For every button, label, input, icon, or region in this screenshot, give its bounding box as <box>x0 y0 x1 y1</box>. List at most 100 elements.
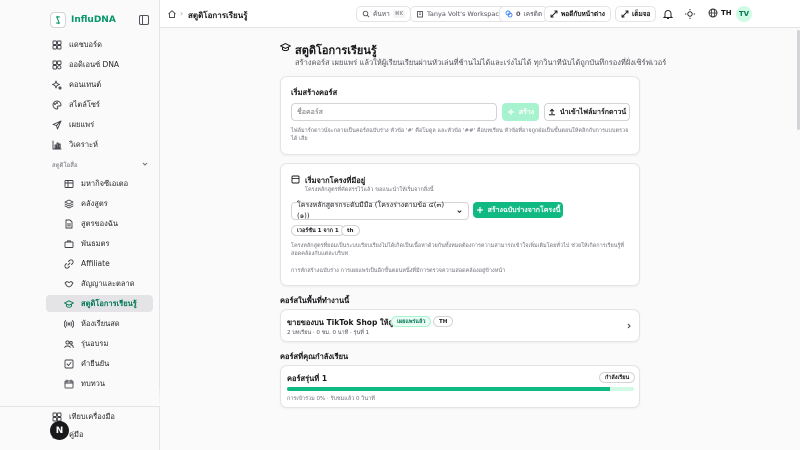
sidebar: InfluDNA แดชบอร์ดออดิเอนซ์ DNA คอนเทนต์สไ… <box>0 0 160 450</box>
divider <box>0 406 160 407</box>
sidebar-item-label: Affiliate <box>81 259 110 268</box>
fit-window-label: พอดีกับหน้าต่าง <box>561 10 605 18</box>
user-avatar-topbar[interactable]: TV <box>736 6 752 22</box>
search-shortcut: ⌘K <box>392 10 406 18</box>
cohort-title: คอร์สรุ่นที่ 1 <box>287 374 328 383</box>
sidebar-item-sidebar-sub_items-9[interactable]: คำยืนยัน <box>58 355 153 372</box>
sparkles-icon <box>52 80 62 90</box>
dna-icon <box>52 60 62 69</box>
sidebar-item-sidebar-sub_items-1[interactable]: คลังสูตร <box>58 195 153 212</box>
plus-icon <box>507 109 514 115</box>
search-label: ค้นหา <box>373 10 390 18</box>
sidebar-item-label: คำยืนยัน <box>81 358 110 368</box>
send-icon <box>52 120 62 129</box>
import-markdown-button[interactable]: นำเข้าไฟล์มาร์กดาวน์ <box>544 103 630 121</box>
sidebar-item-label: พันธมตร <box>81 238 110 248</box>
layers-icon <box>64 199 74 208</box>
learning-progress-fill <box>287 387 610 391</box>
search-icon <box>362 10 370 18</box>
globe-icon <box>708 8 718 18</box>
course-name-input[interactable]: ชื่อคอร์ส <box>291 103 497 121</box>
search-button[interactable]: ค้นหา ⌘K <box>356 6 412 22</box>
sidebar-item-label: คอนเทนต์ <box>69 79 102 89</box>
sidebar-item-sidebar-sub_items-5[interactable]: สัญญาและตลาด <box>58 275 153 292</box>
brand-logo-icon <box>50 12 66 28</box>
credits-label: เครดิต <box>523 10 543 18</box>
sidebar-item-label: รุ่นอบรม <box>81 338 109 348</box>
sidebar-item-sidebar-sub_items-3[interactable]: พันธมตร <box>58 235 153 252</box>
user-avatar[interactable]: N <box>50 421 69 440</box>
build-draft-button[interactable]: สร้างฉบับร่างจากโครงนี้ <box>473 202 563 218</box>
create-course-title: เริ่มสร้างคอร์ส <box>291 88 338 97</box>
credits-button[interactable]: 0 เครดิต <box>499 6 549 22</box>
learning-progress-text: การเข้าร่วม 0% · รับชมแล้ว 0 วินาที <box>287 396 375 402</box>
sidebar-item-label: ห้องเรียนสด <box>81 318 120 328</box>
template-subtitle: โครงหลักสูตรที่คัดสรรไว้แล้ว ขอแนะนำให้เ… <box>305 187 434 193</box>
credits-count: 0 <box>516 10 521 18</box>
breadcrumb-current: สตูดิโอการเรียนรู้ <box>188 11 248 20</box>
template-note: การหักสร้างฉบับร่าง การเผยแพร่เป็นอีกขั้… <box>291 268 506 274</box>
course-language-badge: TH <box>433 316 454 327</box>
chevron-right-icon <box>627 323 631 329</box>
learning-course-card[interactable]: คอร์สรุ่นที่ 1 กำลังเรียน การเข้าร่วม 0%… <box>280 365 640 408</box>
sidebar-item-sidebar-sub_items-4[interactable]: Affiliate <box>58 255 153 272</box>
file-icon <box>65 219 73 228</box>
check-square-icon <box>64 359 74 368</box>
plus-icon <box>476 207 483 213</box>
sidebar-item-sidebar-items-3[interactable]: สไตล์โซร์ <box>46 96 153 113</box>
brand-name: InfluDNA <box>71 15 116 25</box>
broadcast-icon <box>64 319 74 328</box>
workspace-name: Tanya Volt's Workspace <box>427 10 503 18</box>
sidebar-fade <box>0 385 160 407</box>
fullscreen-label: เต็มจอ <box>632 10 651 18</box>
import-hint: ไฟล์มาร์กดาวน์จะกลายเป็นคอร์สฉบับร่าง หั… <box>291 128 629 142</box>
sidebar-item-sidebar-items-1[interactable]: ออดิเอนซ์ DNA <box>46 56 153 73</box>
course-title: ขายของบน TikTok Shop ให้ถูกกฎ <box>287 318 408 327</box>
graduation-cap-icon <box>64 299 74 308</box>
users-icon <box>64 339 74 348</box>
sidebar-item-sidebar-sub_items-0[interactable]: มหากิจซีเอเตอ <box>58 175 153 192</box>
upload-icon <box>548 108 555 116</box>
home-icon[interactable] <box>167 9 177 19</box>
sidebar-item-sidebar-sub_items-7[interactable]: ห้องเรียนสด <box>58 315 153 332</box>
learning-progress-bar <box>287 387 634 391</box>
import-markdown-label: นำเข้าไฟล์มาร์กดาวน์ <box>559 107 627 116</box>
building-icon <box>417 11 423 18</box>
chart-icon <box>52 140 62 149</box>
sidebar-item-label: สัญญาและตลาด <box>81 278 135 288</box>
template-description: โครงหลักสูตรที่ยอมเป็นระบบเรียบเรียงไม่ไ… <box>291 243 625 257</box>
bell-icon[interactable] <box>662 8 674 20</box>
sidebar-item-label: สูตรของฉัน <box>81 218 119 228</box>
template-select-value: โครงหลักสูตรกระดับมีมือ (โครงร่างตามข้อ … <box>297 201 445 220</box>
palette-icon <box>52 100 62 109</box>
grid-icon <box>52 412 62 421</box>
briefcase-icon <box>64 239 74 248</box>
sidebar-item-sidebar-sub_items-6[interactable]: สตูดิโอการเรียนรู้ <box>46 295 153 312</box>
sun-icon[interactable] <box>684 8 696 20</box>
create-button-label: สร้าง <box>518 107 535 116</box>
maximize-icon <box>621 10 629 18</box>
sidebar-item-label: แดชบอร์ด <box>69 39 102 49</box>
create-course-card: เริ่มสร้างคอร์ส ชื่อคอร์ส สร้าง นำเข้าไฟ… <box>280 76 640 155</box>
sidebar-item-label: เผยแพร่ <box>69 119 95 129</box>
create-button[interactable]: สร้าง <box>502 103 539 121</box>
sidebar-item-label: ออดิเอนซ์ DNA <box>69 59 120 69</box>
sidebar-item-sidebar-items-4[interactable]: เผยแพร่ <box>46 116 153 133</box>
graduation-cap-icon <box>280 42 291 52</box>
sidebar-item-sidebar-sub_items-8[interactable]: รุ่นอบรม <box>58 335 153 352</box>
course-row[interactable]: ขายของบน TikTok Shop ให้ถูกกฎ เผยแพร่แล้… <box>280 309 640 342</box>
sidebar-item-sidebar-items-0[interactable]: แดชบอร์ด <box>46 36 153 53</box>
sidebar-item-sidebar-items-2[interactable]: คอนเทนต์ <box>46 76 153 93</box>
sidebar-collapse-icon[interactable] <box>138 14 150 26</box>
sidebar-item-sidebar-items-5[interactable]: วิเคราะห์ <box>46 136 153 153</box>
fit-window-button[interactable]: พอดีกับหน้าต่าง <box>544 6 611 22</box>
sidebar-item-sidebar-sub_items-2[interactable]: สูตรของฉัน <box>58 215 153 232</box>
chevron-down-icon[interactable] <box>141 160 149 168</box>
brand[interactable]: InfluDNA <box>50 12 116 28</box>
language-switcher[interactable]: TH <box>708 8 732 18</box>
workspace-switcher[interactable]: Tanya Volt's Workspace <box>410 6 509 22</box>
fullscreen-button[interactable]: เต็มจอ <box>615 6 657 22</box>
sidebar-item-label: คู่มือ <box>69 429 84 439</box>
template-select[interactable]: โครงหลักสูตรกระดับมีมือ (โครงร่างตามข้อ … <box>291 201 469 220</box>
dashboard-icon <box>52 40 62 49</box>
